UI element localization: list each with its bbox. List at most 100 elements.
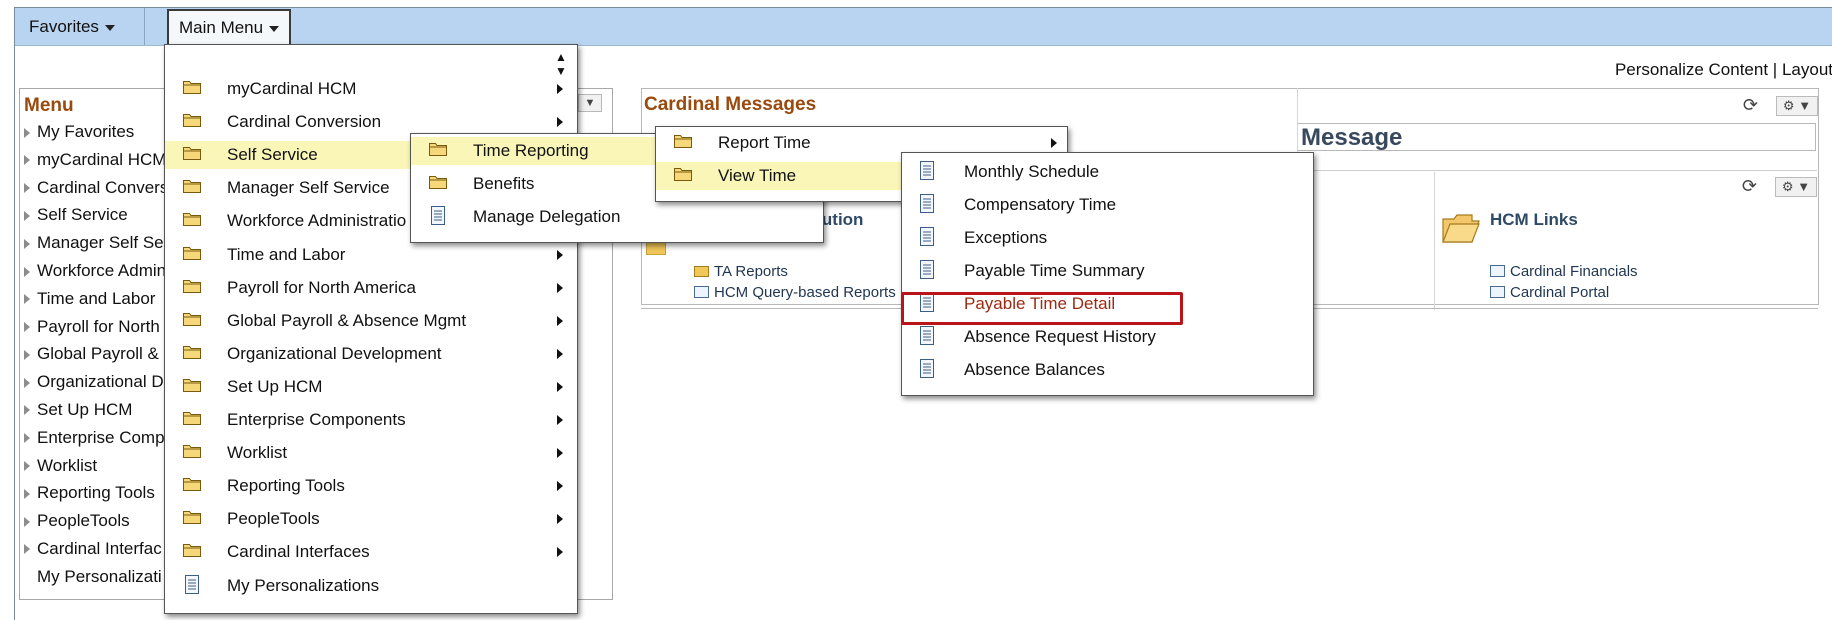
menu-tree-item[interactable]: Payroll for North (24, 315, 168, 343)
menu-tree-item[interactable]: Global Payroll & (24, 342, 168, 370)
submenu-arrow-icon (557, 448, 563, 459)
self-service-item[interactable]: Manage Delegation (411, 203, 821, 231)
favorites-menu-button[interactable]: Favorites (15, 8, 145, 45)
menu-tree-item[interactable]: Worklist (24, 454, 168, 482)
view-time-item[interactable]: Exceptions (902, 224, 1311, 252)
topbar-divider (144, 8, 145, 45)
folder-icon (183, 544, 201, 558)
main-menu-item[interactable]: PeopleTools (165, 505, 575, 533)
main-menu-item[interactable]: Cardinal Conversion (165, 108, 575, 136)
refresh-icon[interactable]: ⟳ (1742, 176, 1757, 197)
menu-tree-item[interactable]: Cardinal Convers (24, 176, 168, 204)
expand-triangle-icon[interactable] (24, 210, 30, 221)
document-icon (920, 326, 934, 345)
view-time-item-label: Compensatory Time (964, 195, 1117, 214)
document-icon (920, 227, 934, 246)
expand-triangle-icon[interactable] (24, 183, 30, 194)
main-menu-item[interactable]: My Personalizations (165, 572, 575, 600)
view-time-item[interactable]: Monthly Schedule (902, 158, 1311, 186)
gear-icon[interactable]: ⚙ ▼ (1775, 176, 1817, 197)
expand-triangle-icon[interactable] (24, 488, 30, 499)
menu-tree-item[interactable]: Reporting Tools (24, 481, 168, 509)
ta-reports-link[interactable]: TA Reports (694, 263, 788, 280)
cardinal-financials-link[interactable]: Cardinal Financials (1490, 263, 1638, 280)
main-menu-item-label: Self Service (227, 145, 318, 165)
document-icon (185, 574, 199, 594)
main-menu-item-label: Reporting Tools (227, 476, 345, 496)
main-menu-item-label: PeopleTools (227, 509, 320, 529)
expand-triangle-icon[interactable] (24, 377, 30, 388)
menu-tree-item[interactable]: Workforce Admin (24, 259, 168, 287)
submenu-arrow-icon (557, 84, 563, 94)
menu-tree-item[interactable]: Organizational D (24, 370, 168, 398)
view-time-item[interactable]: Compensatory Time (902, 191, 1311, 219)
expand-triangle-icon[interactable] (24, 433, 30, 444)
menu-tree-item-label: Self Service (37, 205, 128, 225)
view-time-item[interactable]: Absence Balances (902, 356, 1311, 384)
main-menu-item-label: Payroll for North America (227, 277, 416, 297)
menu-tree-item-label: Cardinal Convers (37, 177, 169, 197)
expand-triangle-icon[interactable] (24, 322, 30, 333)
refresh-icon[interactable]: ⟳ (1743, 95, 1758, 116)
view-time-item[interactable]: Payable Time Summary (902, 257, 1311, 285)
hcm-query-label: HCM Query-based Reports (714, 284, 896, 301)
report-icon (694, 286, 709, 298)
folder-icon (183, 114, 201, 128)
main-menu-item[interactable]: Enterprise Components (165, 406, 575, 434)
menu-tree-item-label: Manager Self Se (37, 233, 164, 253)
view-time-item[interactable]: Absence Request History (902, 323, 1311, 351)
menu-tree-item[interactable]: Self Service (24, 203, 168, 231)
expand-triangle-icon[interactable] (24, 349, 30, 360)
expand-triangle-icon[interactable] (24, 127, 30, 138)
menu-tree-item[interactable]: Enterprise Comp (24, 426, 168, 454)
expand-triangle-icon[interactable] (24, 294, 30, 305)
layout-link[interactable]: Layout (1782, 60, 1832, 79)
main-menu-item[interactable]: Reporting Tools (165, 472, 575, 500)
link-icon (1490, 265, 1505, 277)
pagelet-options-dropdown[interactable]: ▼ (578, 94, 602, 112)
expand-triangle-icon[interactable] (24, 461, 30, 472)
expand-triangle-icon[interactable] (24, 266, 30, 277)
menu-tree-item-label: Cardinal Interfac (37, 538, 162, 558)
expand-triangle-icon[interactable] (24, 544, 30, 555)
folder-icon (183, 279, 201, 293)
link-icon (1490, 286, 1505, 298)
menu-tree-item[interactable]: My Favorites (24, 120, 168, 148)
expand-triangle-icon[interactable] (24, 405, 30, 416)
folder-icon (183, 147, 201, 161)
main-menu-item[interactable]: Organizational Development (165, 340, 575, 368)
document-icon (920, 161, 934, 180)
menu-tree-item[interactable]: myCardinal HCM (24, 148, 168, 176)
hcm-query-reports-link[interactable]: HCM Query-based Reports (694, 284, 896, 301)
main-menu-button[interactable]: Main Menu (167, 9, 292, 46)
menu-tree-item[interactable]: Time and Labor (24, 287, 168, 315)
submenu-arrow-icon (557, 282, 563, 293)
document-icon (431, 206, 445, 225)
main-menu-item[interactable]: Payroll for North America (165, 274, 575, 302)
expand-triangle-icon[interactable] (24, 238, 30, 249)
expand-triangle-icon[interactable] (24, 516, 30, 527)
main-menu-item[interactable]: Set Up HCM (165, 373, 575, 401)
gear-icon[interactable]: ⚙ ▼ (1776, 95, 1818, 116)
main-menu-item[interactable]: Global Payroll & Absence Mgmt (165, 307, 575, 335)
main-menu-item[interactable]: Cardinal Interfaces (165, 538, 575, 566)
menu-tree-item[interactable]: PeopleTools (24, 509, 168, 537)
main-menu-item-label: Organizational Development (227, 343, 442, 363)
menu-tree: My Favorites myCardinal HCM Cardinal Conve… (24, 120, 168, 593)
expand-triangle-icon[interactable] (24, 155, 30, 166)
submenu-arrow-icon (1051, 138, 1057, 148)
cardinal-messages-title: Cardinal Messages (644, 94, 817, 115)
menu-tree-item[interactable]: Manager Self Se (24, 231, 168, 259)
scroll-arrows-icon[interactable]: ▲ ▼ (555, 50, 567, 78)
personalize-content-link[interactable]: Personalize Content (1615, 60, 1768, 79)
menu-tree-item[interactable]: Cardinal Interfac (24, 537, 168, 565)
link-separator: | (1772, 60, 1778, 79)
main-menu-item-label: myCardinal HCM (227, 79, 357, 98)
menu-tree-item[interactable]: Set Up HCM (24, 398, 168, 426)
cardinal-portal-link[interactable]: Cardinal Portal (1490, 284, 1609, 301)
main-menu-item[interactable]: myCardinal HCM (165, 75, 575, 103)
main-menu-item[interactable]: Worklist (165, 439, 575, 467)
main-menu-item[interactable]: Time and Labor (165, 241, 575, 269)
view-time-item-label: Payable Time Summary (964, 261, 1145, 280)
menu-tree-item[interactable]: My Personalizati (24, 565, 168, 593)
